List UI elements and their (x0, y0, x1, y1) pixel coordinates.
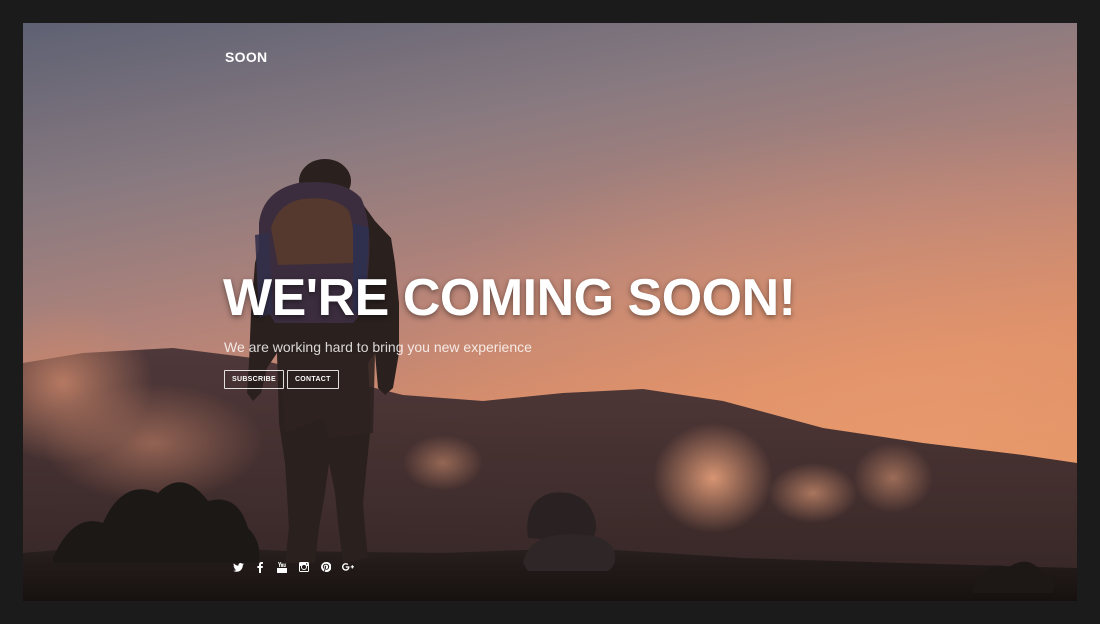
twitter-icon[interactable] (227, 560, 249, 574)
google-plus-icon[interactable] (337, 560, 359, 574)
contact-button[interactable]: CONTACT (286, 370, 339, 389)
instagram-icon[interactable] (293, 560, 315, 574)
social-links (227, 560, 359, 574)
youtube-icon[interactable] (271, 560, 293, 574)
facebook-icon[interactable] (249, 560, 271, 574)
pinterest-icon[interactable] (315, 560, 337, 574)
brand-logo[interactable]: SOON (225, 49, 267, 65)
subscribe-button[interactable]: SUBSCRIBE (224, 370, 284, 389)
hero-section: SOON WE'RE COMING SOON! We are working h… (23, 23, 1077, 601)
page-title: WE'RE COMING SOON! (223, 269, 796, 327)
cta-buttons: SUBSCRIBE CONTACT (224, 370, 339, 389)
subtitle: We are working hard to bring you new exp… (224, 339, 532, 355)
